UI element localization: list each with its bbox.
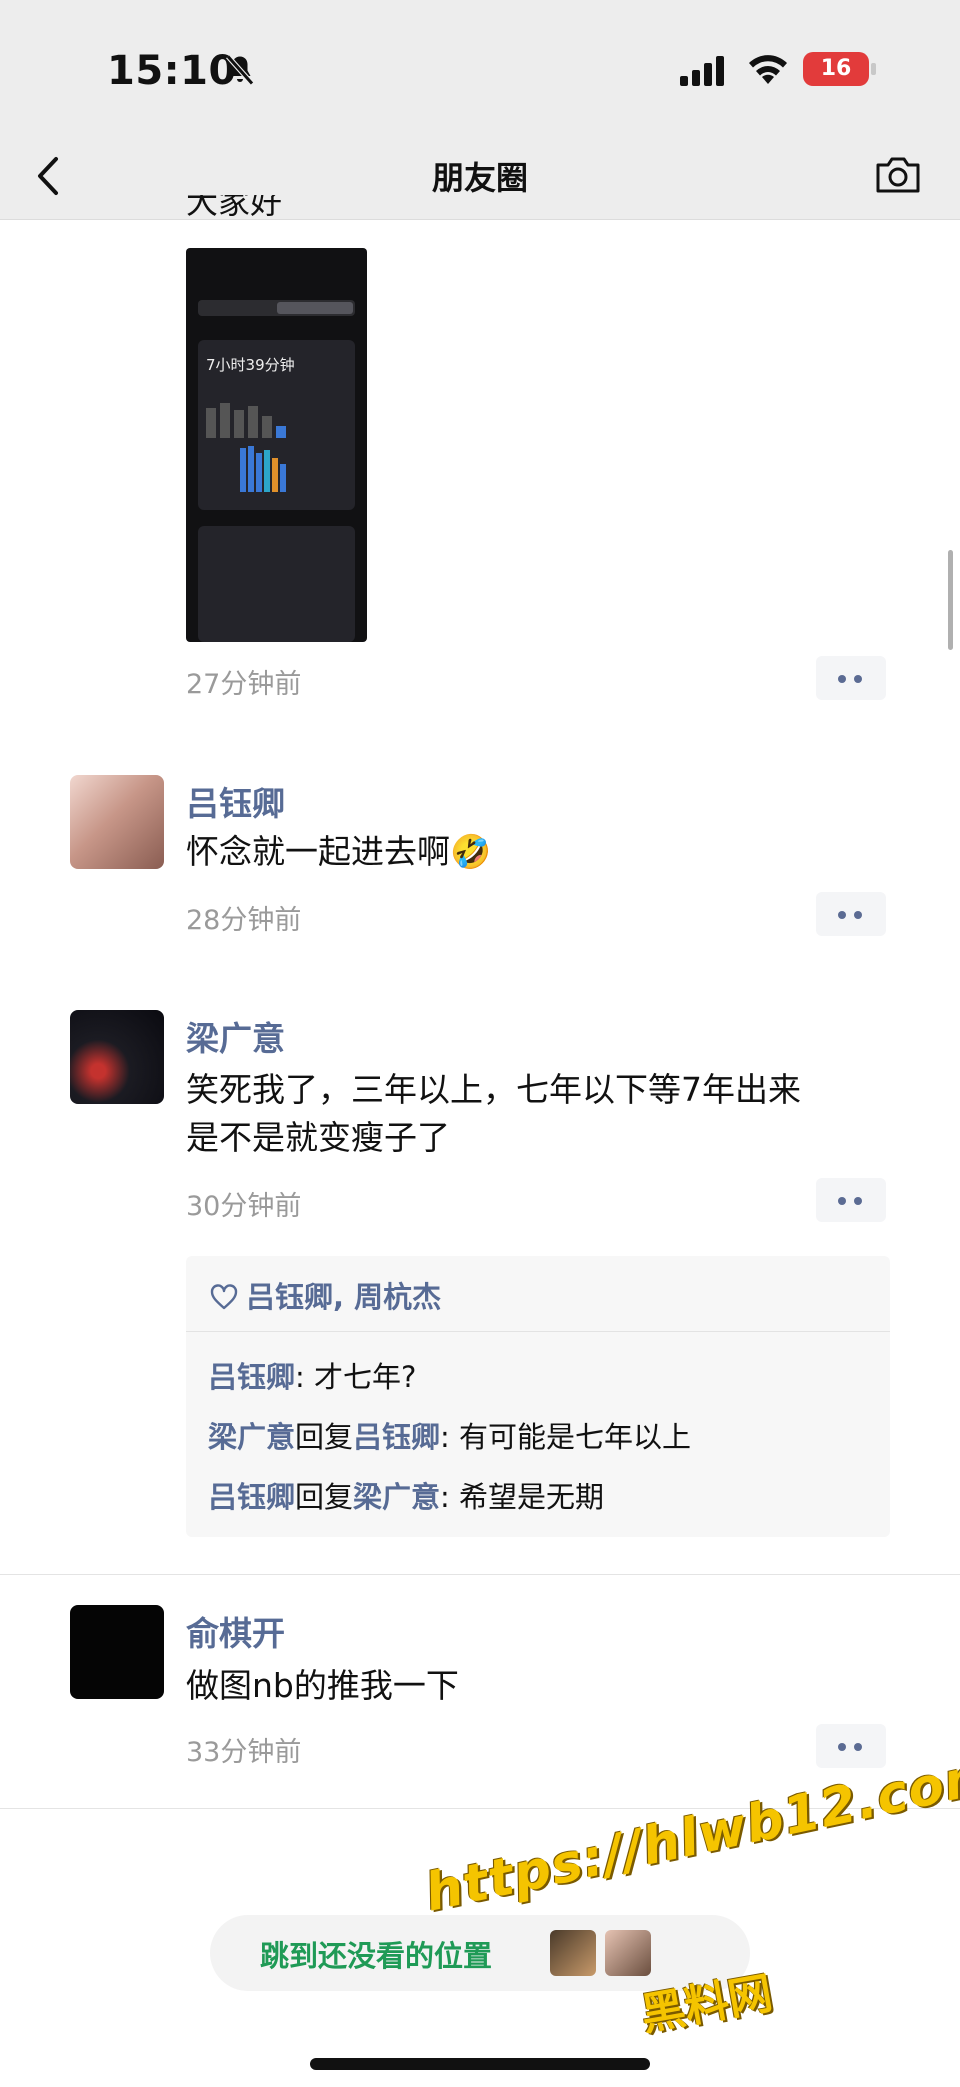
more-button[interactable] <box>816 656 886 700</box>
avatar <box>605 1930 651 1976</box>
thumb-app-list <box>198 526 355 642</box>
likes-names[interactable]: 吕钰卿, 周杭杰 <box>246 1280 441 1314</box>
battery-indicator: 16 <box>803 52 876 86</box>
post-text-line-1: 笑死我了，三年以上，七年以下等7年出来 <box>186 1070 801 1109</box>
more-button[interactable] <box>816 1178 886 1222</box>
more-button[interactable] <box>816 892 886 936</box>
page-title: 朋友圈 <box>431 159 528 197</box>
avatar <box>550 1930 596 1976</box>
thumb-bar-chart <box>206 403 286 492</box>
post-text-line-2: 是不是就变瘦子了 <box>186 1118 450 1157</box>
thumb-total-time: 7小时39分钟 <box>206 356 295 374</box>
wifi-icon <box>749 55 787 84</box>
comment-row[interactable]: 梁广意回复吕钰卿: 有可能是七年以上 <box>208 1414 691 1456</box>
bell-muted-icon <box>226 54 254 86</box>
comment-row[interactable]: 吕钰卿: 才七年? <box>208 1354 416 1396</box>
jump-label: 跳到还没看的位置 <box>260 1939 493 1973</box>
post-time: 30分钟前 <box>186 1191 302 1222</box>
watermark-url: https://hlwb12.com <box>420 1743 960 1924</box>
post-text: 做图nb的推我一下 <box>186 1666 459 1705</box>
status-time: 15:10 <box>107 48 237 94</box>
scrollbar[interactable] <box>948 550 953 650</box>
likes-row: 吕钰卿, 周杭杰 <box>210 1274 441 1314</box>
cellular-signal-icon <box>680 56 724 86</box>
camera-icon[interactable] <box>874 153 922 197</box>
thumb-segment <box>198 300 355 316</box>
divider <box>186 1331 890 1332</box>
heart-icon <box>210 1284 238 1310</box>
nav-bar: 朋友圈 <box>0 135 960 220</box>
post-time: 33分钟前 <box>186 1737 302 1768</box>
post-image-screenshot[interactable]: 7小时39分钟 <box>186 248 367 642</box>
post-text: 怀念就一起进去啊🤣 <box>186 832 492 871</box>
avatar[interactable] <box>70 1010 164 1104</box>
post-author-name[interactable]: 梁广意 <box>186 1012 285 1060</box>
post-time: 27分钟前 <box>186 669 302 700</box>
post-author-name[interactable]: 吕钰卿 <box>186 777 285 825</box>
avatar[interactable] <box>70 775 164 869</box>
likes-comments-box: 吕钰卿, 周杭杰 吕钰卿: 才七年? 梁广意回复吕钰卿: 有可能是七年以上 吕钰… <box>186 1256 890 1537</box>
home-indicator[interactable] <box>310 2058 650 2070</box>
post-author-name[interactable]: 俞棋开 <box>186 1607 285 1655</box>
status-bar: 15:10 16 <box>0 0 960 135</box>
more-button[interactable] <box>816 1724 886 1768</box>
post-text-cut: 大家好 <box>186 195 283 221</box>
post-divider <box>0 1574 960 1575</box>
post-time: 28分钟前 <box>186 905 302 936</box>
comment-row[interactable]: 吕钰卿回复梁广意: 希望是无期 <box>208 1474 604 1516</box>
avatar[interactable] <box>70 1605 164 1699</box>
